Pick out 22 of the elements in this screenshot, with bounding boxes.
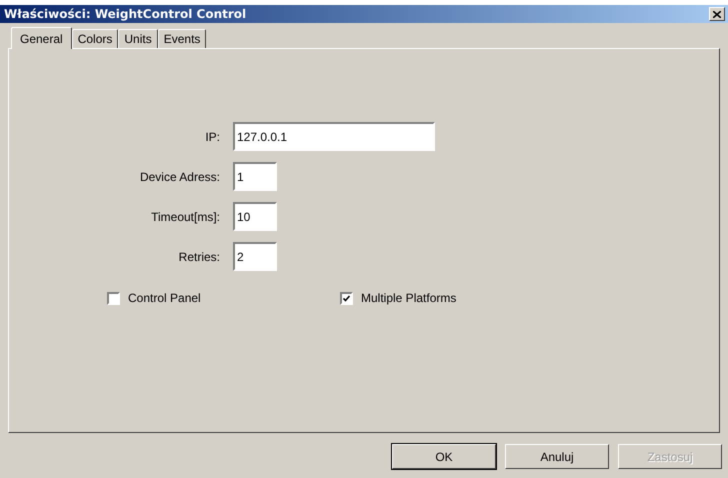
close-button[interactable] [709,7,725,21]
checkbox-label: Multiple Platforms [361,290,456,307]
field-label: Timeout[ms]: [150,208,221,226]
tab[interactable]: Colors [72,29,118,48]
tab[interactable]: General [11,27,72,49]
input-field[interactable]: 1 [233,162,277,191]
field-label: IP: [204,128,221,146]
dialog-button[interactable]: OK [392,444,496,469]
checkmark-icon [343,294,350,302]
window-title: Właściwości: WeightControl Control [4,6,246,23]
field-label: Retries: [178,248,221,266]
input-field[interactable]: 127.0.0.1 [233,122,435,151]
tab[interactable]: Events [158,29,206,48]
checkbox[interactable] [107,292,120,304]
dialog-button[interactable]: Anuluj [505,444,609,469]
tab[interactable]: Units [118,29,158,48]
checkbox[interactable] [340,292,353,304]
checkbox-label: Control Panel [128,290,201,307]
close-icon [713,10,721,18]
field-label: Device Adress: [138,168,221,186]
input-field[interactable]: 2 [233,242,277,271]
input-field[interactable]: 10 [233,202,277,231]
